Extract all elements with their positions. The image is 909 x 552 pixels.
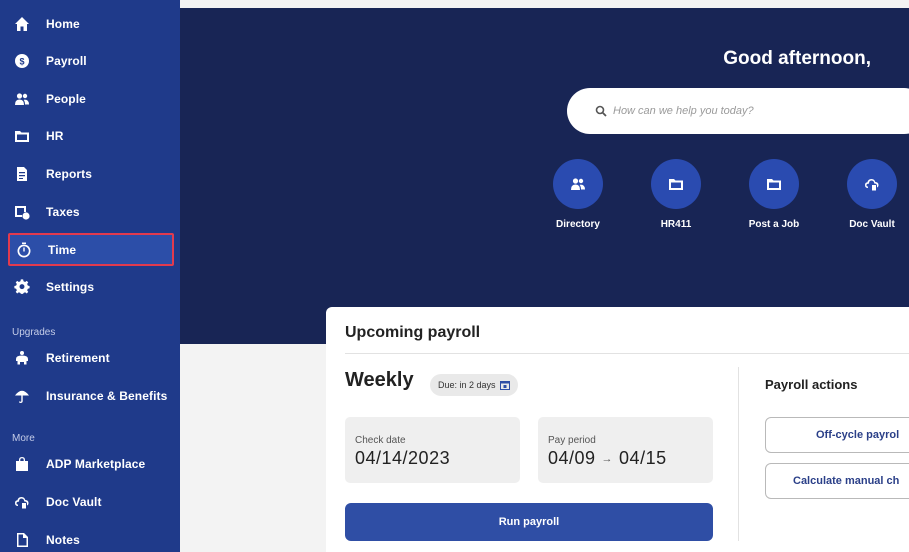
due-badge: Due: in 2 days — [430, 374, 518, 396]
quick-link-label: Post a Job — [748, 219, 800, 230]
pay-period-end: 04/15 — [619, 448, 667, 468]
sidebar-item-label: Time — [48, 242, 77, 257]
sidebar-item-label: Doc Vault — [46, 495, 102, 509]
hero-banner: Good afternoon, Directory HR411 Post a J… — [180, 8, 909, 344]
sidebar-item-label: ADP Marketplace — [46, 457, 146, 471]
payroll-frequency: Weekly — [345, 369, 414, 391]
cloud-lock-icon — [12, 492, 32, 512]
pay-period-box: Pay period 04/09 → 04/15 — [538, 417, 713, 483]
home-icon — [12, 14, 32, 34]
sidebar-item-notes[interactable]: Notes — [8, 525, 174, 552]
quick-link-doc-vault[interactable]: Doc Vault — [832, 159, 909, 230]
quick-link-directory[interactable]: Directory — [538, 159, 618, 230]
svg-text:$: $ — [19, 57, 24, 67]
sidebar-item-doc-vault[interactable]: Doc Vault — [8, 487, 174, 517]
vertical-divider — [738, 367, 739, 541]
sidebar-item-home[interactable]: Home — [8, 9, 174, 39]
sidebar-item-label: Taxes — [46, 205, 80, 219]
search-input[interactable] — [613, 105, 893, 117]
sidebar-item-label: Insurance & Benefits — [46, 389, 168, 403]
sidebar-item-label: Settings — [46, 280, 95, 294]
sidebar-item-label: Notes — [46, 533, 80, 547]
sidebar-item-insurance-benefits[interactable]: Insurance & Benefits — [8, 381, 174, 411]
sidebar-item-taxes[interactable]: Taxes — [8, 197, 174, 227]
sidebar-item-label: Retirement — [46, 351, 110, 365]
sidebar-item-payroll[interactable]: $ Payroll — [8, 46, 174, 76]
sidebar-item-hr[interactable]: HR — [8, 121, 174, 151]
search-bar[interactable] — [567, 88, 909, 134]
shopping-bag-icon — [12, 454, 32, 474]
sidebar-item-settings[interactable]: Settings — [8, 272, 174, 302]
gear-icon — [12, 277, 32, 297]
folder-icon — [12, 126, 32, 146]
pay-period-value: 04/09 → 04/15 — [548, 448, 703, 469]
report-icon — [12, 164, 32, 184]
sidebar-item-retirement[interactable]: Retirement — [8, 343, 174, 373]
sidebar: Home $ Payroll People HR Reports Taxes T… — [0, 0, 180, 552]
sidebar-item-label: HR — [46, 129, 64, 143]
upgrades-section-label: Upgrades — [12, 327, 56, 338]
greeting-heading: Good afternoon, — [723, 48, 871, 69]
sidebar-item-label: Reports — [46, 167, 93, 181]
sidebar-item-people[interactable]: People — [8, 84, 174, 114]
sidebar-item-time[interactable]: Time — [8, 233, 174, 266]
calendar-icon — [499, 381, 510, 390]
people-icon — [553, 159, 603, 209]
folder-icon — [651, 159, 701, 209]
check-date-label: Check date — [355, 435, 406, 446]
pay-period-label: Pay period — [548, 435, 596, 446]
search-icon — [595, 105, 607, 117]
upcoming-payroll-card: Upcoming payroll Weekly Due: in 2 days C… — [326, 307, 909, 552]
sidebar-item-label: Home — [46, 17, 80, 31]
more-section-label: More — [12, 433, 35, 444]
sidebar-item-adp-marketplace[interactable]: ADP Marketplace — [8, 449, 174, 479]
cloud-lock-icon — [847, 159, 897, 209]
sidebar-item-label: People — [46, 92, 86, 106]
arrow-right-icon: → — [601, 453, 614, 466]
card-title: Upcoming payroll — [345, 324, 481, 341]
calculate-manual-check-button[interactable]: Calculate manual ch — [765, 463, 909, 499]
check-date-value: 04/14/2023 — [355, 448, 451, 468]
umbrella-icon — [12, 386, 32, 406]
quick-link-label: Doc Vault — [849, 219, 895, 230]
people-icon — [12, 89, 32, 109]
dollar-icon: $ — [12, 51, 32, 71]
sidebar-item-reports[interactable]: Reports — [8, 159, 174, 189]
divider — [345, 353, 909, 354]
taxes-icon — [12, 202, 32, 222]
off-cycle-payroll-button[interactable]: Off-cycle payrol — [765, 417, 909, 453]
run-payroll-button[interactable]: Run payroll — [345, 503, 713, 541]
sidebar-item-label: Payroll — [46, 54, 87, 68]
check-date-box: Check date 04/14/2023 — [345, 417, 520, 483]
quick-link-hr411[interactable]: HR411 — [636, 159, 716, 230]
quick-link-label: HR411 — [660, 219, 692, 230]
clock-icon — [14, 240, 34, 260]
pay-period-start: 04/09 — [548, 448, 596, 468]
payroll-actions-title: Payroll actions — [765, 377, 858, 392]
note-icon — [12, 530, 32, 550]
due-badge-label: Due: in 2 days — [438, 380, 496, 390]
folder-icon — [749, 159, 799, 209]
quick-link-label: Directory — [556, 219, 600, 230]
quick-link-post-a-job[interactable]: Post a Job — [734, 159, 814, 230]
piggy-bank-icon — [12, 348, 32, 368]
